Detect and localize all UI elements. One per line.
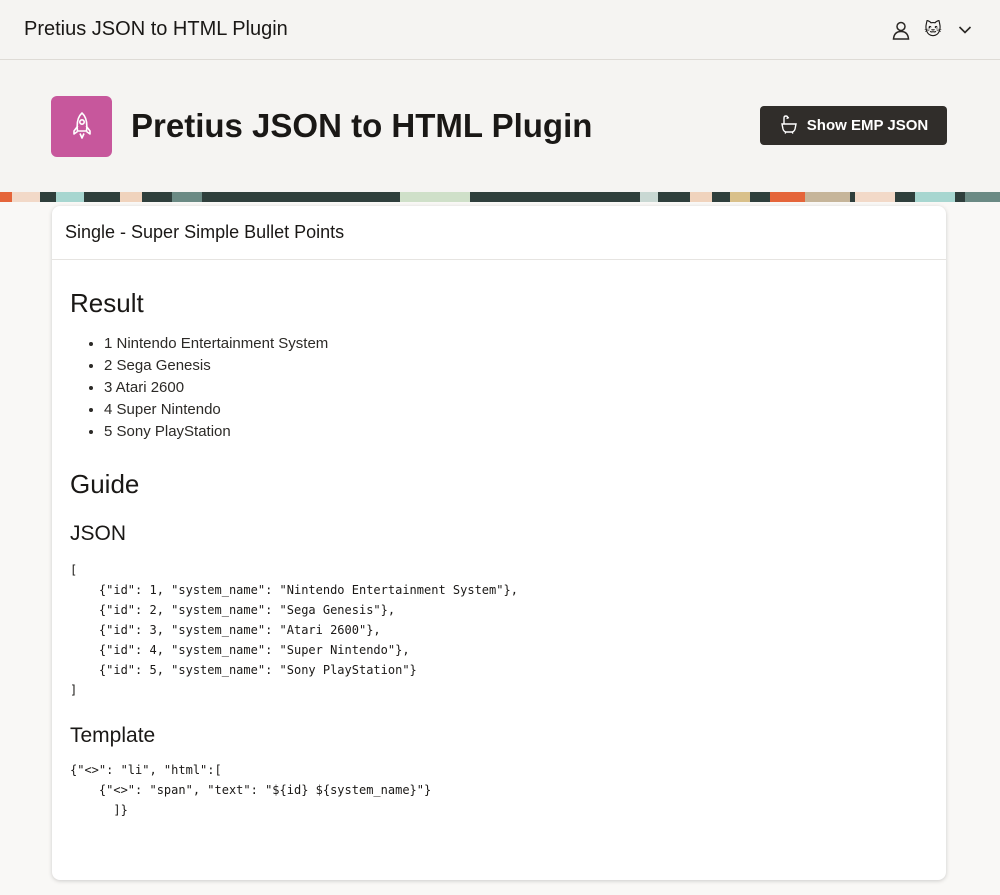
card-title: Single - Super Simple Bullet Points [52,206,946,260]
list-item: 5 Sony PlayStation [104,421,928,443]
json-code-block: [ {"id": 1, "system_name": "Nintendo Ent… [70,563,518,697]
gear-bathtub-icon [779,114,799,138]
result-list: 1 Nintendo Entertainment System 2 Sega G… [104,333,928,443]
template-heading: Template [70,724,156,747]
page-hero: Pretius JSON to HTML Plugin Show EMP JSO… [0,60,1000,192]
guide-heading: Guide [70,469,140,499]
show-emp-json-label: Show EMP JSON [806,117,929,134]
template-code-block: {"<>": "li", "html":[ {"<>": "span", "te… [70,763,432,817]
list-item: 3 Atari 2600 [104,377,928,399]
decorative-banner [0,192,1000,202]
list-item: 2 Sega Genesis [104,355,928,377]
list-item: 4 Super Nintendo [104,399,928,421]
card-body: Result 1 Nintendo Entertainment System 2… [52,260,946,820]
show-emp-json-button[interactable]: Show EMP JSON [760,106,947,145]
user-icon[interactable] [890,19,912,41]
region-card: Single - Super Simple Bullet Points Resu… [52,206,946,880]
app-title[interactable]: Pretius JSON to HTML Plugin [24,18,288,41]
result-heading: Result [70,288,144,318]
json-heading: JSON [70,522,127,545]
user-menu[interactable]: 🐱 [890,19,976,41]
rocket-icon [51,95,112,157]
avatar[interactable]: 🐱 [922,19,944,41]
list-item: 1 Nintendo Entertainment System [104,333,928,355]
chevron-down-icon[interactable] [954,19,976,41]
page-title: Pretius JSON to HTML Plugin [131,107,593,144]
top-app-bar: Pretius JSON to HTML Plugin 🐱 [0,0,1000,60]
